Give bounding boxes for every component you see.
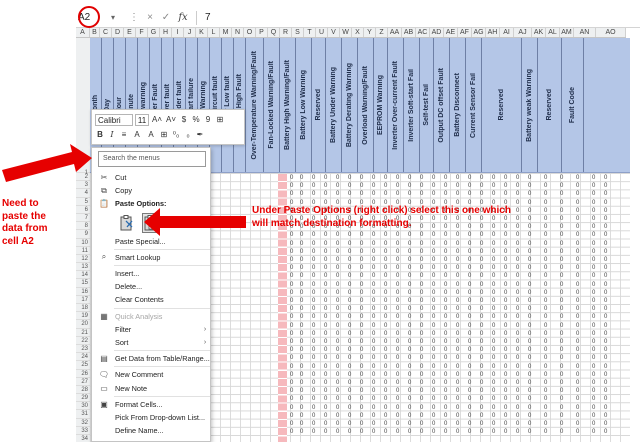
- left-arrow-icon: [2, 144, 92, 182]
- right-arrow-icon: [144, 208, 246, 236]
- left-annotation-text: Need to paste the data from cell A2: [2, 198, 48, 247]
- right-annotation-text: Under Paste Options (right click) select…: [252, 205, 511, 229]
